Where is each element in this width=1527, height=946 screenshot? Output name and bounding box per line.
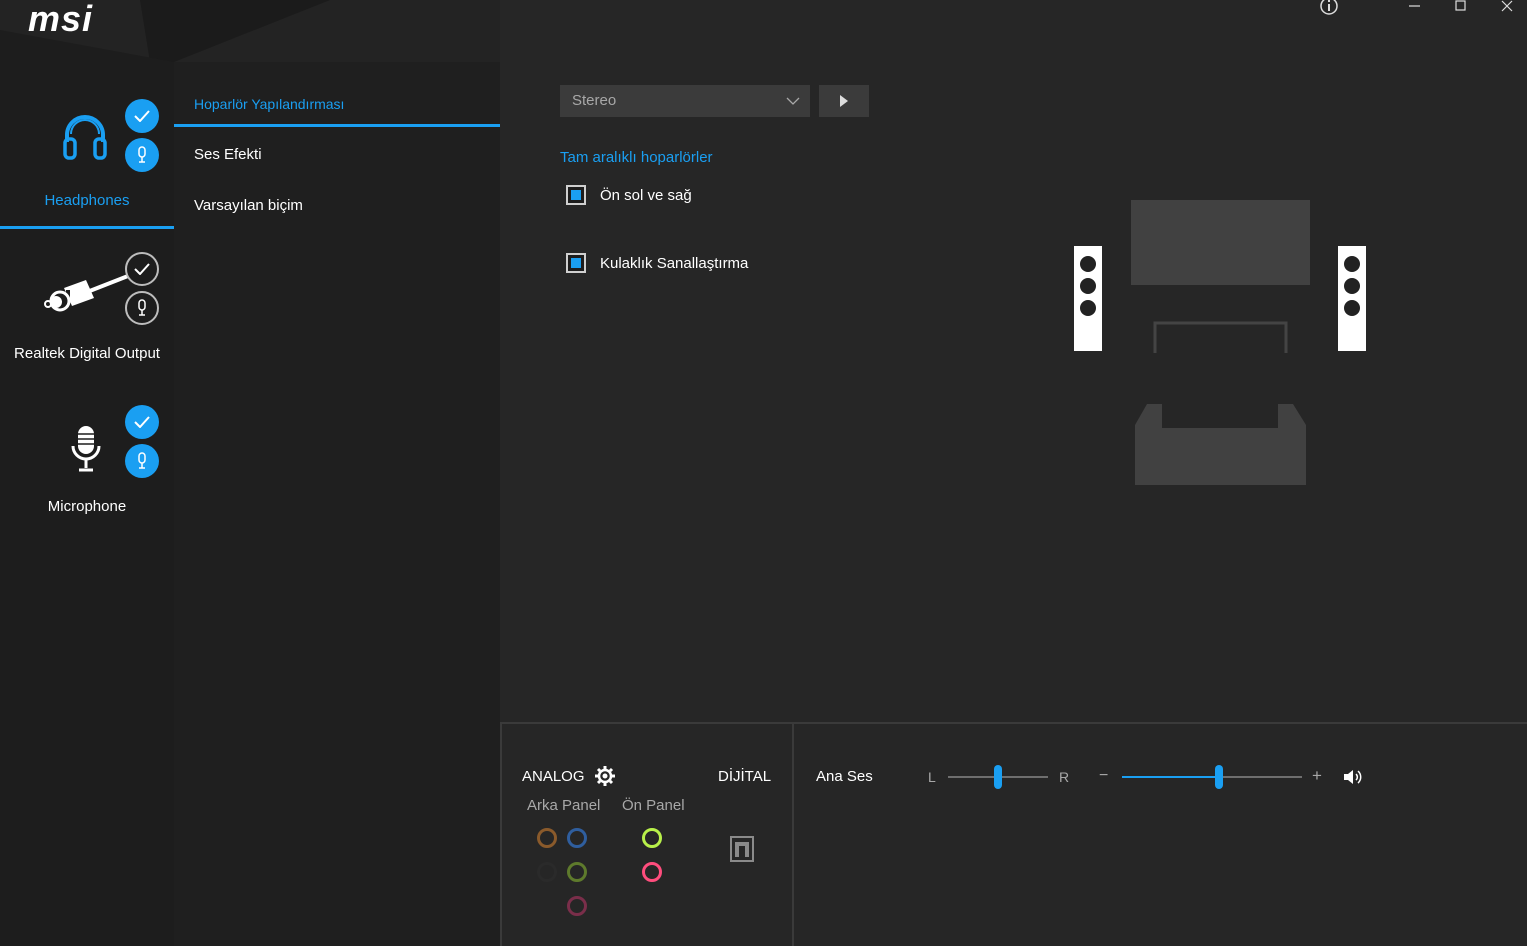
check-icon xyxy=(134,416,150,428)
rear-jack[interactable] xyxy=(567,828,587,848)
default-device-badge[interactable] xyxy=(125,405,159,439)
balance-left-label: L xyxy=(928,769,936,785)
desk-shape xyxy=(1153,321,1288,353)
speaker-volume-icon[interactable] xyxy=(1343,768,1365,786)
default-comm-badge[interactable] xyxy=(125,138,159,172)
minimize-icon xyxy=(1409,5,1420,7)
close-button[interactable] xyxy=(1495,0,1519,14)
bottom-vertical-divider xyxy=(792,724,794,946)
balance-slider-thumb[interactable] xyxy=(994,765,1002,789)
checkbox[interactable] xyxy=(566,185,586,205)
mic-small-icon xyxy=(138,299,146,316)
analog-label: ANALOG xyxy=(522,768,585,785)
minimize-button[interactable] xyxy=(1403,0,1427,14)
maximize-button[interactable] xyxy=(1449,0,1473,14)
rear-jack[interactable] xyxy=(537,862,557,882)
optical-cable-icon xyxy=(44,274,129,312)
volume-minus-button[interactable]: − xyxy=(1099,767,1108,785)
bottom-divider xyxy=(500,722,1527,724)
right-speaker-icon xyxy=(1338,246,1366,351)
speaker-layout-illustration xyxy=(1074,200,1366,485)
digital-label: DİJİTAL xyxy=(718,768,772,785)
default-comm-badge[interactable] xyxy=(125,444,159,478)
checkbox[interactable] xyxy=(566,253,586,273)
close-icon xyxy=(1501,0,1513,12)
front-jack[interactable] xyxy=(642,828,662,848)
front-jack[interactable] xyxy=(642,862,662,882)
device-digital-output[interactable]: Realtek Digital Output xyxy=(0,230,174,380)
header-band: msi xyxy=(0,0,500,62)
bottom-left-edge xyxy=(500,722,502,946)
default-device-badge[interactable] xyxy=(125,99,159,133)
active-device-indicator xyxy=(0,226,174,229)
device-microphone[interactable]: Microphone xyxy=(0,380,174,530)
full-range-title: Tam aralıklı hoparlörler xyxy=(560,149,713,166)
check-icon xyxy=(134,263,150,275)
left-speaker-icon xyxy=(1074,246,1102,351)
monitor-shape xyxy=(1131,200,1310,285)
gear-icon[interactable] xyxy=(594,765,616,787)
menu-item-speaker-config[interactable]: Hoparlör Yapılandırması xyxy=(194,96,344,112)
chevron-down-icon xyxy=(786,85,800,129)
speaker-mode-dropdown[interactable]: Stereo xyxy=(560,85,810,117)
option-front-lr[interactable]: Ön sol ve sağ xyxy=(566,185,692,205)
info-button[interactable] xyxy=(1317,0,1341,15)
front-panel-label: Ön Panel xyxy=(622,797,685,814)
default-comm-badge[interactable] xyxy=(125,291,159,325)
speaker-mode-value: Stereo xyxy=(572,92,617,109)
app-window: msi Headphones Realtek Digital Output Mi… xyxy=(0,0,1527,946)
spdif-port-icon[interactable] xyxy=(730,836,754,862)
option-headphone-virtualization[interactable]: Kulaklık Sanallaştırma xyxy=(566,253,748,273)
option-label: Kulaklık Sanallaştırma xyxy=(600,254,749,272)
rear-jack[interactable] xyxy=(567,896,587,916)
balance-right-label: R xyxy=(1059,769,1070,785)
checkbox-checked-mark xyxy=(571,190,581,200)
maximize-icon xyxy=(1455,0,1466,11)
default-device-badge[interactable] xyxy=(125,252,159,286)
volume-plus-button[interactable]: + xyxy=(1312,766,1322,786)
sofa-shape xyxy=(1135,404,1306,485)
menu-active-indicator xyxy=(174,124,500,127)
rear-jack[interactable] xyxy=(537,828,557,848)
master-volume-label: Ana Ses xyxy=(816,768,873,785)
menu-item-default-format[interactable]: Varsayılan biçim xyxy=(194,197,303,214)
volume-slider-thumb[interactable] xyxy=(1215,765,1224,789)
info-icon xyxy=(1320,0,1338,15)
rear-jack[interactable] xyxy=(567,862,587,882)
volume-slider-fill xyxy=(1122,776,1220,778)
menu-item-sound-effect[interactable]: Ses Efekti xyxy=(194,146,262,163)
headphones-icon xyxy=(63,115,107,160)
msi-logo: msi xyxy=(28,0,94,39)
play-icon xyxy=(840,95,848,107)
device-label: Headphones xyxy=(44,192,130,209)
device-label: Microphone xyxy=(47,498,127,515)
device-label: Realtek Digital Output xyxy=(14,345,160,362)
option-label: Ön sol ve sağ xyxy=(600,186,692,204)
checkbox-checked-mark xyxy=(571,258,581,268)
mic-small-icon xyxy=(138,146,146,163)
check-icon xyxy=(134,110,150,122)
play-test-button[interactable] xyxy=(819,85,869,117)
device-headphones[interactable]: Headphones xyxy=(0,62,174,230)
microphone-icon xyxy=(71,426,101,472)
settings-menu: Hoparlör Yapılandırması Ses Efekti Varsa… xyxy=(174,62,500,946)
mic-small-icon xyxy=(138,452,146,469)
rear-panel-label: Arka Panel xyxy=(527,797,601,814)
